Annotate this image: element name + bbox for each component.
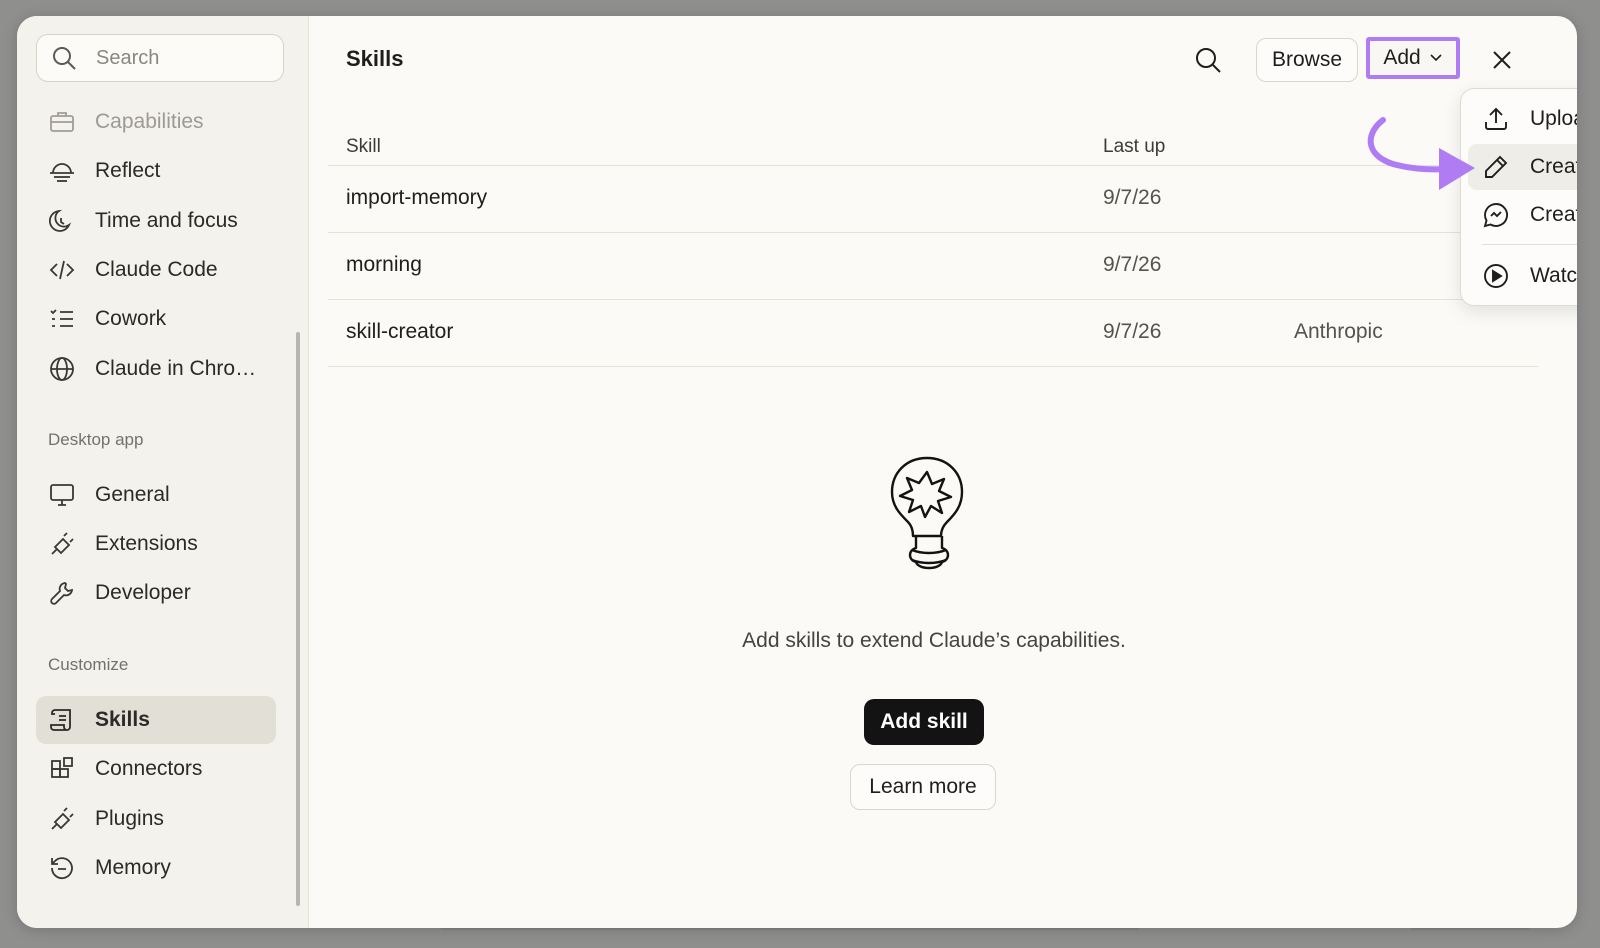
sidebar-item-memory[interactable]: Memory [36,844,276,892]
history-icon [48,854,76,882]
sidebar-item-label: Time and focus [95,209,238,232]
sidebar-item-claude-in-chrome[interactable]: Claude in Chro… [36,345,276,393]
sidebar-item-label: Claude in Chro… [95,357,257,380]
chat-bubble-icon [1482,202,1510,228]
wrench-icon [48,579,76,607]
settings-window: Search Capabilities Reflect Time and foc… [17,16,1577,928]
sunset-icon [48,157,76,185]
skill-name: morning [346,253,422,276]
sidebar-item-connectors[interactable]: Connectors [36,745,276,793]
main-panel: Skills Browse Add Skill Last up import-m… [308,16,1577,928]
menu-item-upload-skill[interactable]: Upload skill [1468,96,1577,142]
menu-item-label: Watch the intro video [1530,264,1577,287]
sidebar-item-extensions[interactable]: Extensions [36,520,276,568]
menu-item-watch-intro-video[interactable]: Watch the intro video [1468,253,1577,299]
close-button[interactable] [1488,46,1516,74]
play-circle-icon [1482,263,1510,289]
briefcase-icon [48,108,76,136]
monitor-icon [48,481,76,509]
skill-source: Anthropic [1294,320,1383,343]
plug-icon [48,530,76,558]
menu-item-label: Upload skill [1530,107,1577,130]
sidebar-item-label: Capabilities [95,110,204,133]
sidebar-item-label: Extensions [95,532,198,555]
sidebar-item-label: Plugins [95,807,164,830]
sidebar-item-label: General [95,483,170,506]
table-row[interactable]: morning 9/7/26 [328,232,1538,300]
table-row[interactable]: skill-creator 9/7/26 Anthropic [328,299,1538,367]
section-label-customize: Customize [48,655,129,674]
search-icon [53,47,76,70]
sidebar-item-label: Connectors [95,757,203,780]
checklist-icon [48,305,76,333]
search-button[interactable] [1192,44,1224,76]
skill-date: 9/7/26 [1103,253,1162,276]
sidebar-item-label: Skills [95,708,150,731]
pencil-icon [1482,154,1510,180]
section-label-desktop-app: Desktop app [48,430,144,449]
skill-name: skill-creator [346,320,454,343]
learn-more-button[interactable]: Learn more [850,764,996,810]
sidebar-item-claude-code[interactable]: Claude Code [36,246,276,294]
browse-button[interactable]: Browse [1256,38,1358,82]
skill-date: 9/7/26 [1103,320,1162,343]
globe-icon [48,355,76,383]
column-header-last-updated: Last up [1103,136,1166,157]
sidebar-scrollbar[interactable] [296,332,300,906]
sidebar: Search Capabilities Reflect Time and foc… [17,16,309,928]
table-bottom-divider [328,366,1538,368]
menu-item-label: Create a skill [1530,155,1577,178]
sidebar-item-label: Developer [95,581,191,604]
sidebar-item-label: Cowork [95,307,167,330]
sidebar-item-cowork[interactable]: Cowork [36,295,276,343]
add-button-label: Add [1383,46,1421,69]
code-icon [48,256,76,284]
menu-item-label: Create with Claude [1530,203,1577,226]
chevron-down-icon [1430,54,1442,62]
scroll-icon [48,706,76,734]
menu-item-create-with-claude[interactable]: Create with Claude [1468,192,1577,238]
add-skill-button[interactable]: Add skill [864,699,984,745]
page-title: Skills [346,46,404,71]
sidebar-item-label: Reflect [95,159,161,182]
moon-clock-icon [48,207,76,235]
search-input[interactable]: Search [36,34,284,82]
annotation-arrow-icon [1367,117,1475,190]
empty-state-text: Add skills to extend Claude’s capabiliti… [742,629,1126,652]
skill-name: import-memory [346,186,488,209]
blocks-icon [48,755,76,783]
add-button[interactable]: Add [1366,37,1460,79]
sidebar-item-skills[interactable]: Skills [36,696,276,744]
sidebar-item-developer[interactable]: Developer [36,569,276,617]
plug-icon [48,805,76,833]
menu-item-create-a-skill[interactable]: Create a skill [1468,144,1577,190]
column-header-skill: Skill [346,136,381,157]
search-icon [1196,48,1221,73]
sidebar-item-reflect[interactable]: Reflect [36,147,276,195]
menu-separator [1482,244,1577,245]
sidebar-item-general[interactable]: General [36,471,276,519]
sidebar-item-time-and-focus[interactable]: Time and focus [36,197,276,245]
sidebar-item-plugins[interactable]: Plugins [36,795,276,843]
upload-icon [1482,106,1510,132]
search-placeholder: Search [96,46,160,69]
sidebar-item-capabilities[interactable]: Capabilities [36,98,276,146]
close-icon [1493,51,1511,69]
sidebar-item-label: Memory [95,856,171,879]
sidebar-item-label: Claude Code [95,258,218,281]
lightbulb-illustration-icon [890,456,964,570]
skill-date: 9/7/26 [1103,186,1162,209]
